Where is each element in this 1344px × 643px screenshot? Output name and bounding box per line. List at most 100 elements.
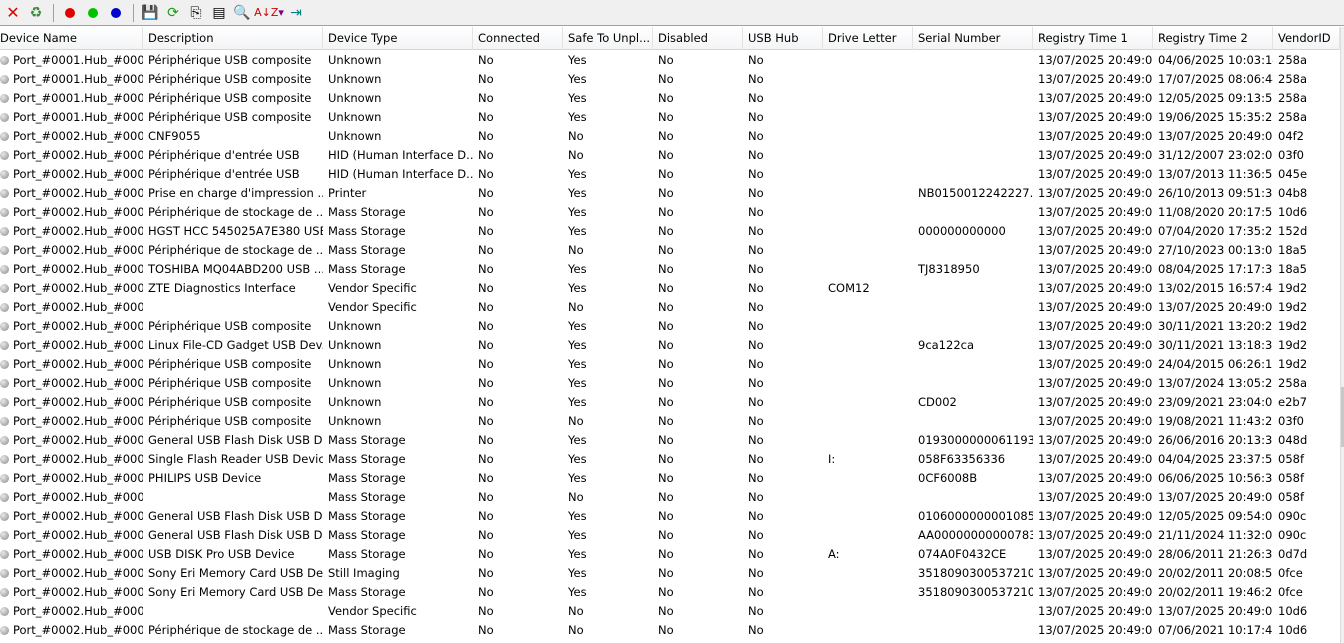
cell-device-type: Unknown xyxy=(328,338,382,352)
table-row[interactable]: Port_#0002.Hub_#0008 USB DISK Pro USB Dev… xyxy=(0,545,1340,564)
table-row[interactable]: Port_#0002.Hub_#0008 Périphérique de stoc… xyxy=(0,621,1340,640)
table-header: Device Name Description Device Type Connect… xyxy=(0,27,1340,50)
column-header-safe-to-unplug[interactable]: Safe To Unpl... xyxy=(563,27,653,50)
cell-disabled: No xyxy=(658,243,674,257)
red-dot-icon[interactable] xyxy=(59,2,81,24)
cell-usb-hub: No xyxy=(748,53,764,67)
column-header-registry-time-1[interactable]: Registry Time 1 xyxy=(1033,27,1153,50)
exit-icon[interactable]: ⇥ xyxy=(285,2,307,24)
cell-usb-hub: No xyxy=(748,205,764,219)
column-header-description[interactable]: Description xyxy=(143,27,323,50)
cell-description: Périphérique de stockage de ... xyxy=(148,243,323,257)
cell-registry-time-2: 13/07/2025 20:49:00 xyxy=(1158,490,1273,504)
table-row[interactable]: Port_#0002.Hub_#0008 General USB Flash Di… xyxy=(0,507,1340,526)
device-name-text: Port_#0001.Hub_#0009 xyxy=(13,72,143,86)
table-row[interactable]: Port_#0002.Hub_#0008 General USB Flash Di… xyxy=(0,431,1340,450)
table-row[interactable]: Port_#0002.Hub_#0008 Périphérique USB com… xyxy=(0,412,1340,431)
column-header-device-type[interactable]: Device Type xyxy=(323,27,473,50)
table-row[interactable]: Port_#0002.Hub_#0005 ZTE Diagnostics Inte… xyxy=(0,279,1340,298)
table-row[interactable]: Port_#0002.Hub_#0005 HGST HCC 545025A7E38… xyxy=(0,222,1340,241)
cell-description: ZTE Diagnostics Interface xyxy=(148,281,296,295)
cell-drive-letter xyxy=(823,621,913,640)
device-name-text: Port_#0002.Hub_#0005 xyxy=(13,338,143,352)
cell-device-name: Port_#0001.Hub_#0009 xyxy=(0,51,143,70)
device-status-icon xyxy=(0,284,9,293)
table-row[interactable]: Port_#0001.Hub_#0009 Périphérique USB com… xyxy=(0,70,1340,89)
table-row[interactable]: Port_#0002.Hub_#0005 Linux File-CD Gadget… xyxy=(0,336,1340,355)
table-row[interactable]: Port_#0002.Hub_#0005 Périphérique USB com… xyxy=(0,393,1340,412)
table-row[interactable]: Port_#0002.Hub_#0008 Sony Eri Memory Card… xyxy=(0,583,1340,602)
cell-disabled: No xyxy=(658,186,674,200)
cell-drive-letter xyxy=(823,564,913,583)
cell-description: Périphérique USB composite xyxy=(148,72,312,86)
cell-registry-time-1: 13/07/2025 20:49:01 xyxy=(1038,357,1153,371)
table-row[interactable]: Port_#0002.Hub_#0005 Périphérique de stoc… xyxy=(0,241,1340,260)
green-dot-icon[interactable] xyxy=(82,2,104,24)
table-row[interactable]: Port_#0002.Hub_#0003 CNF9055 Unknown No No No… xyxy=(0,127,1340,146)
device-name-text: Port_#0002.Hub_#0005 xyxy=(13,167,143,181)
table-row[interactable]: Port_#0002.Hub_#0008 General USB Flash Di… xyxy=(0,526,1340,545)
cell-connected: No xyxy=(478,490,494,504)
table-row[interactable]: Port_#0002.Hub_#0005 Périphérique USB com… xyxy=(0,317,1340,336)
table-row[interactable]: Port_#0002.Hub_#0005 Périphérique USB com… xyxy=(0,374,1340,393)
table-row[interactable]: Port_#0001.Hub_#0009 Périphérique USB com… xyxy=(0,108,1340,127)
table-row[interactable]: Port_#0001.Hub_#0009 Périphérique USB com… xyxy=(0,51,1340,70)
cell-connected: No xyxy=(478,319,494,333)
table-row[interactable]: Port_#0001.Hub_#0009 Périphérique USB com… xyxy=(0,89,1340,108)
cell-safe-to-unplug: Yes xyxy=(568,471,587,485)
cell-registry-time-1: 13/07/2025 20:49:00 xyxy=(1038,433,1153,447)
column-header-disabled[interactable]: Disabled xyxy=(653,27,743,50)
cell-drive-letter xyxy=(823,393,913,412)
column-header-drive-letter[interactable]: Drive Letter xyxy=(823,27,913,50)
sort-icon[interactable]: A↓Z ▾ xyxy=(254,2,284,24)
table-row[interactable]: Port_#0002.Hub_#0005 Prise en charge d'im… xyxy=(0,184,1340,203)
cell-serial-number: 3518090300537210 xyxy=(918,585,1033,599)
device-name-text: Port_#0002.Hub_#0008 xyxy=(13,490,143,504)
column-header-device-name[interactable]: Device Name xyxy=(0,27,143,50)
blue-dot-icon[interactable] xyxy=(105,2,127,24)
cell-vendor-id: 10d6 xyxy=(1278,604,1308,618)
table-row[interactable]: Port_#0002.Hub_#0005 Périphérique d'entré… xyxy=(0,146,1340,165)
cell-connected: No xyxy=(478,433,494,447)
cell-device-type: Mass Storage xyxy=(328,509,406,523)
cell-disabled: No xyxy=(658,585,674,599)
table-row[interactable]: Port_#0002.Hub_#0005 Périphérique de stoc… xyxy=(0,203,1340,222)
column-header-usb-hub[interactable]: USB Hub xyxy=(743,27,823,50)
cell-vendor-id: 0fce xyxy=(1278,585,1303,599)
save-icon[interactable]: 💾 xyxy=(139,2,161,24)
cell-vendor-id: 258a xyxy=(1278,53,1307,67)
cell-device-type: Mass Storage xyxy=(328,452,406,466)
copy-icon[interactable]: ⎘ xyxy=(185,2,207,24)
column-header-connected[interactable]: Connected xyxy=(473,27,563,50)
column-header-serial-number[interactable]: Serial Number xyxy=(913,27,1033,50)
properties-icon[interactable]: ▤ xyxy=(208,2,230,24)
table-row[interactable]: Port_#0002.Hub_#0005 Vendor Specific No No N… xyxy=(0,298,1340,317)
table-row[interactable]: Port_#0002.Hub_#0005 Périphérique USB com… xyxy=(0,355,1340,374)
cell-usb-hub: No xyxy=(748,110,764,124)
column-header-registry-time-2[interactable]: Registry Time 2 xyxy=(1153,27,1273,50)
cell-connected: No xyxy=(478,281,494,295)
find-icon[interactable]: 🔍 xyxy=(231,2,253,24)
table-row[interactable]: Port_#0002.Hub_#0008 Sony Eri Memory Card… xyxy=(0,564,1340,583)
table-row[interactable]: Port_#0002.Hub_#0005 TOSHIBA MQ04ABD200 U… xyxy=(0,260,1340,279)
toolbar-separator xyxy=(53,3,54,22)
cell-description: Périphérique USB composite xyxy=(148,319,312,333)
table-row[interactable]: Port_#0002.Hub_#0008 Single Flash Reader … xyxy=(0,450,1340,469)
vertical-scrollbar[interactable] xyxy=(1340,27,1344,643)
close-icon[interactable]: ✕ xyxy=(2,2,24,24)
cell-disabled: No xyxy=(658,471,674,485)
cell-connected: No xyxy=(478,528,494,542)
table-row[interactable]: Port_#0002.Hub_#0008 Mass Storage No No No No… xyxy=(0,488,1340,507)
refresh-icon[interactable]: ⟳ xyxy=(162,2,184,24)
table-row[interactable]: Port_#0002.Hub_#0008 Vendor Specific No No N… xyxy=(0,602,1340,621)
cell-registry-time-2: 04/04/2025 23:37:52 xyxy=(1158,452,1273,466)
cell-safe-to-unplug: Yes xyxy=(568,509,587,523)
table-row[interactable]: Port_#0002.Hub_#0008 PHILIPS USB Device Ma… xyxy=(0,469,1340,488)
recycle-bin-icon[interactable]: ♻ xyxy=(25,2,47,24)
cell-disabled: No xyxy=(658,452,674,466)
column-header-vendor-id[interactable]: VendorID xyxy=(1273,27,1340,50)
device-status-icon xyxy=(0,56,9,65)
cell-drive-letter xyxy=(823,165,913,184)
cell-description: Linux File-CD Gadget USB Dev... xyxy=(148,338,323,352)
table-row[interactable]: Port_#0002.Hub_#0005 Périphérique d'entré… xyxy=(0,165,1340,184)
